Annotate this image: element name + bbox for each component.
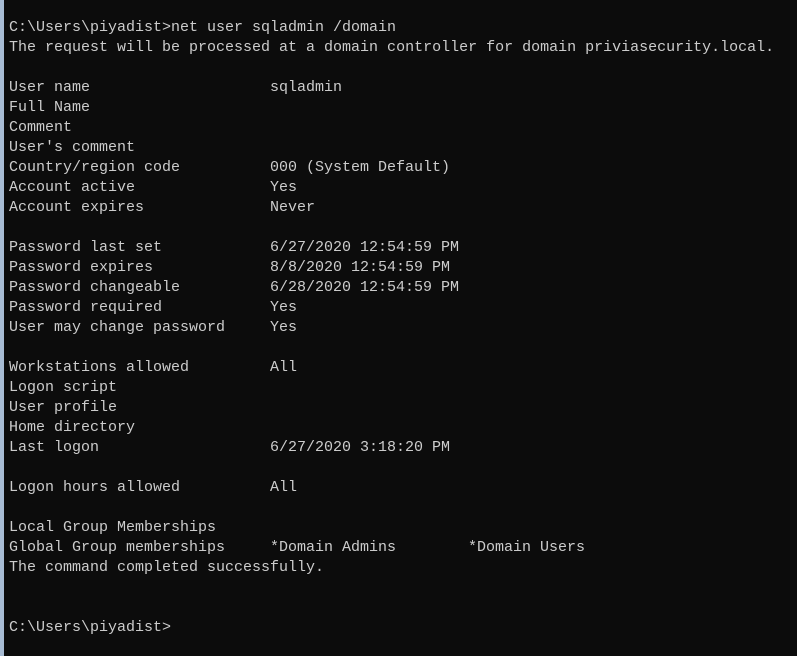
field-label: Password expires — [9, 259, 154, 276]
field-row: Logon hours allowed All — [9, 478, 797, 498]
field-label: Home directory — [9, 419, 136, 436]
field-value: 6/28/2020 12:54:59 PM — [270, 279, 460, 296]
field-label: Local Group Memberships — [9, 519, 217, 536]
field-label: User's comment — [9, 139, 136, 156]
console-output[interactable]: C:\Users\piyadist>net user sqladmin /dom… — [9, 18, 797, 638]
field-row: Full Name — [9, 98, 797, 118]
field-label: Full Name — [9, 99, 91, 116]
field-value: 8/8/2020 12:54:59 PM — [270, 259, 451, 276]
field-label: Account expires — [9, 199, 145, 216]
field-row: Password changeable 6/28/2020 12:54:59 PM — [9, 278, 797, 298]
field-label: Logon hours allowed — [9, 479, 181, 496]
field-value: Never — [270, 199, 316, 216]
field-value: All — [270, 359, 298, 376]
field-label: Password last set — [9, 239, 163, 256]
field-row: Last logon 6/27/2020 3:18:20 PM — [9, 438, 797, 458]
field-label: User profile — [9, 399, 118, 416]
field-row: Global Group memberships *Domain Admins *D… — [9, 538, 797, 558]
field-row: Workstations allowed All — [9, 358, 797, 378]
field-label: Workstations allowed — [9, 359, 190, 376]
field-label: Password required — [9, 299, 163, 316]
field-value: Yes — [270, 179, 298, 196]
field-value: *Domain Admins — [270, 539, 397, 556]
field-row: Account active Yes — [9, 178, 797, 198]
field-row: Password required Yes — [9, 298, 797, 318]
field-label: Country/region code — [9, 159, 181, 176]
field-value: 6/27/2020 3:18:20 PM — [270, 439, 451, 456]
field-value: 6/27/2020 12:54:59 PM — [270, 239, 460, 256]
field-row: Country/region code 000 (System Default) — [9, 158, 797, 178]
field-row: User's comment — [9, 138, 797, 158]
field-row: Password expires 8/8/2020 12:54:59 PM — [9, 258, 797, 278]
field-row: Account expires Never — [9, 198, 797, 218]
field-value: All — [270, 479, 298, 496]
field-value-2: *Domain Users — [468, 539, 586, 556]
output-line: The request will be processed at a domai… — [9, 39, 775, 56]
output-line: The command completed successfully. — [9, 559, 325, 576]
field-row: User profile — [9, 398, 797, 418]
field-row: Local Group Memberships — [9, 518, 797, 538]
field-label: Global Group memberships — [9, 539, 226, 556]
field-value: sqladmin — [270, 79, 343, 96]
field-label: Account active — [9, 179, 136, 196]
field-row: Home directory — [9, 418, 797, 438]
command-prompt-line: C:\Users\piyadist>net user sqladmin /dom… — [9, 19, 397, 36]
command-prompt-line: C:\Users\piyadist> — [9, 619, 172, 636]
field-row: Password last set 6/27/2020 12:54:59 PM — [9, 238, 797, 258]
field-row: Comment — [9, 118, 797, 138]
field-value: Yes — [270, 319, 298, 336]
field-row: Logon script — [9, 378, 797, 398]
field-label: User name — [9, 79, 91, 96]
field-row: User may change password Yes — [9, 318, 797, 338]
field-row: User name sqladmin — [9, 78, 797, 98]
field-label: Logon script — [9, 379, 118, 396]
field-label: Password changeable — [9, 279, 181, 296]
window-edge — [0, 0, 4, 656]
field-label: Last logon — [9, 439, 100, 456]
field-value: Yes — [270, 299, 298, 316]
field-label: Comment — [9, 119, 73, 136]
field-label: User may change password — [9, 319, 226, 336]
field-value: 000 (System Default) — [270, 159, 451, 176]
